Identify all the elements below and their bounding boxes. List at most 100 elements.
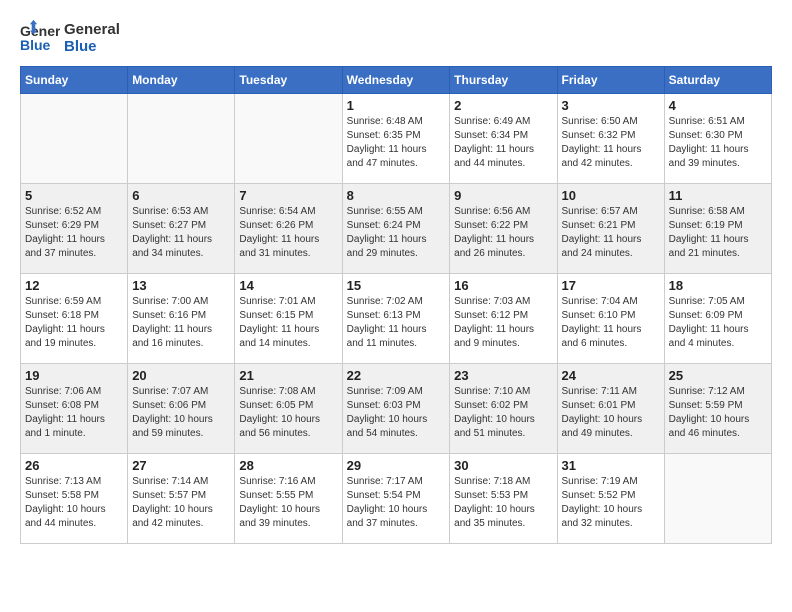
day-number: 26: [25, 458, 123, 473]
calendar-cell: 4 Sunrise: 6:51 AM Sunset: 6:30 PM Daylig…: [664, 94, 771, 184]
calendar-cell: 22 Sunrise: 7:09 AM Sunset: 6:03 PM Dayli…: [342, 364, 450, 454]
calendar-cell: 25 Sunrise: 7:12 AM Sunset: 5:59 PM Dayli…: [664, 364, 771, 454]
day-info: Sunrise: 7:09 AM Sunset: 6:03 PM Dayligh…: [347, 385, 446, 441]
day-info: Sunrise: 6:52 AM Sunset: 6:29 PM Dayligh…: [25, 205, 123, 261]
day-info: Sunrise: 7:07 AM Sunset: 6:06 PM Dayligh…: [132, 385, 230, 441]
day-number: 7: [239, 188, 337, 203]
calendar-cell: 31 Sunrise: 7:19 AM Sunset: 5:52 PM Dayli…: [557, 454, 664, 544]
calendar-cell: 29Sunrise: 7:17 AM Sunset: 5:54 PM Dayli…: [342, 454, 450, 544]
day-info: Sunrise: 7:08 AM Sunset: 6:05 PM Dayligh…: [239, 385, 337, 441]
day-number: 5: [25, 188, 123, 203]
calendar-cell: 30Sunrise: 7:18 AM Sunset: 5:53 PM Dayli…: [450, 454, 557, 544]
day-info: Sunrise: 7:19 AM Sunset: 5:52 PM Dayligh…: [562, 475, 660, 531]
calendar-cell: 13 Sunrise: 7:00 AM Sunset: 6:16 PM Dayli…: [128, 274, 235, 364]
calendar-cell: [128, 94, 235, 184]
day-info: Sunrise: 7:02 AM Sunset: 6:13 PM Dayligh…: [347, 295, 446, 351]
calendar-cell: 2 Sunrise: 6:49 AM Sunset: 6:34 PM Daylig…: [450, 94, 557, 184]
logo: General Blue General Blue: [20, 20, 120, 56]
day-info: Sunrise: 6:55 AM Sunset: 6:24 PM Dayligh…: [347, 205, 446, 261]
calendar-week-row: 1 Sunrise: 6:48 AM Sunset: 6:35 PM Daylig…: [21, 94, 772, 184]
day-info: Sunrise: 7:06 AM Sunset: 6:08 PM Dayligh…: [25, 385, 123, 441]
day-number: 28: [239, 458, 337, 473]
calendar-cell: 19 Sunrise: 7:06 AM Sunset: 6:08 PM Dayli…: [21, 364, 128, 454]
day-info: Sunrise: 7:04 AM Sunset: 6:10 PM Dayligh…: [562, 295, 660, 351]
calendar-cell: 28 Sunrise: 7:16 AM Sunset: 5:55 PM Dayli…: [235, 454, 342, 544]
day-info: Sunrise: 7:00 AM Sunset: 6:16 PM Dayligh…: [132, 295, 230, 351]
day-info: Sunrise: 6:51 AM Sunset: 6:30 PM Dayligh…: [669, 115, 767, 171]
weekday-header-sunday: Sunday: [21, 67, 128, 94]
day-info: Sunrise: 7:16 AM Sunset: 5:55 PM Dayligh…: [239, 475, 337, 531]
day-info: Sunrise: 7:18 AM Sunset: 5:53 PM Dayligh…: [454, 475, 552, 531]
weekday-header-thursday: Thursday: [450, 67, 557, 94]
calendar-week-row: 26 Sunrise: 7:13 AM Sunset: 5:58 PM Dayli…: [21, 454, 772, 544]
calendar-week-row: 5 Sunrise: 6:52 AM Sunset: 6:29 PM Daylig…: [21, 184, 772, 274]
day-number: 12: [25, 278, 123, 293]
calendar-cell: 9Sunrise: 6:56 AM Sunset: 6:22 PM Daylig…: [450, 184, 557, 274]
logo-icon: General Blue: [20, 20, 60, 56]
day-number: 13: [132, 278, 230, 293]
day-number: 24: [562, 368, 660, 383]
page-header: General Blue General Blue: [20, 20, 772, 56]
calendar-cell: 1 Sunrise: 6:48 AM Sunset: 6:35 PM Daylig…: [342, 94, 450, 184]
calendar-cell: 14Sunrise: 7:01 AM Sunset: 6:15 PM Dayli…: [235, 274, 342, 364]
day-info: Sunrise: 6:57 AM Sunset: 6:21 PM Dayligh…: [562, 205, 660, 261]
calendar-cell: 11 Sunrise: 6:58 AM Sunset: 6:19 PM Dayli…: [664, 184, 771, 274]
calendar-cell: 3 Sunrise: 6:50 AM Sunset: 6:32 PM Daylig…: [557, 94, 664, 184]
calendar-week-row: 19 Sunrise: 7:06 AM Sunset: 6:08 PM Dayli…: [21, 364, 772, 454]
day-number: 22: [347, 368, 446, 383]
calendar-header-row: SundayMondayTuesdayWednesdayThursdayFrid…: [21, 67, 772, 94]
day-info: Sunrise: 6:54 AM Sunset: 6:26 PM Dayligh…: [239, 205, 337, 261]
day-number: 8: [347, 188, 446, 203]
calendar-cell: 17Sunrise: 7:04 AM Sunset: 6:10 PM Dayli…: [557, 274, 664, 364]
day-number: 25: [669, 368, 767, 383]
logo-blue: Blue: [64, 38, 120, 55]
day-info: Sunrise: 6:58 AM Sunset: 6:19 PM Dayligh…: [669, 205, 767, 261]
calendar-cell: 6Sunrise: 6:53 AM Sunset: 6:27 PM Daylig…: [128, 184, 235, 274]
day-number: 11: [669, 188, 767, 203]
calendar-cell: 5 Sunrise: 6:52 AM Sunset: 6:29 PM Daylig…: [21, 184, 128, 274]
calendar-week-row: 12Sunrise: 6:59 AM Sunset: 6:18 PM Dayli…: [21, 274, 772, 364]
logo-general: General: [64, 21, 120, 38]
day-info: Sunrise: 6:50 AM Sunset: 6:32 PM Dayligh…: [562, 115, 660, 171]
calendar-cell: 20Sunrise: 7:07 AM Sunset: 6:06 PM Dayli…: [128, 364, 235, 454]
weekday-header-wednesday: Wednesday: [342, 67, 450, 94]
day-number: 3: [562, 98, 660, 113]
calendar-cell: 26 Sunrise: 7:13 AM Sunset: 5:58 PM Dayli…: [21, 454, 128, 544]
day-info: Sunrise: 6:49 AM Sunset: 6:34 PM Dayligh…: [454, 115, 552, 171]
calendar-cell: 27Sunrise: 7:14 AM Sunset: 5:57 PM Dayli…: [128, 454, 235, 544]
day-number: 4: [669, 98, 767, 113]
day-number: 16: [454, 278, 552, 293]
svg-text:Blue: Blue: [20, 37, 51, 53]
day-number: 2: [454, 98, 552, 113]
calendar-table: SundayMondayTuesdayWednesdayThursdayFrid…: [20, 66, 772, 544]
calendar-cell: [664, 454, 771, 544]
calendar-cell: 12Sunrise: 6:59 AM Sunset: 6:18 PM Dayli…: [21, 274, 128, 364]
day-info: Sunrise: 7:01 AM Sunset: 6:15 PM Dayligh…: [239, 295, 337, 351]
weekday-header-saturday: Saturday: [664, 67, 771, 94]
day-number: 18: [669, 278, 767, 293]
day-number: 27: [132, 458, 230, 473]
day-info: Sunrise: 7:12 AM Sunset: 5:59 PM Dayligh…: [669, 385, 767, 441]
calendar-cell: [21, 94, 128, 184]
day-info: Sunrise: 7:05 AM Sunset: 6:09 PM Dayligh…: [669, 295, 767, 351]
calendar-cell: 24 Sunrise: 7:11 AM Sunset: 6:01 PM Dayli…: [557, 364, 664, 454]
calendar-cell: 23Sunrise: 7:10 AM Sunset: 6:02 PM Dayli…: [450, 364, 557, 454]
day-number: 31: [562, 458, 660, 473]
calendar-cell: 7 Sunrise: 6:54 AM Sunset: 6:26 PM Daylig…: [235, 184, 342, 274]
day-number: 15: [347, 278, 446, 293]
calendar-cell: 8 Sunrise: 6:55 AM Sunset: 6:24 PM Daylig…: [342, 184, 450, 274]
calendar-cell: [235, 94, 342, 184]
day-info: Sunrise: 6:48 AM Sunset: 6:35 PM Dayligh…: [347, 115, 446, 171]
calendar-cell: 15 Sunrise: 7:02 AM Sunset: 6:13 PM Dayli…: [342, 274, 450, 364]
calendar-cell: 21 Sunrise: 7:08 AM Sunset: 6:05 PM Dayli…: [235, 364, 342, 454]
calendar-cell: 16Sunrise: 7:03 AM Sunset: 6:12 PM Dayli…: [450, 274, 557, 364]
day-info: Sunrise: 7:13 AM Sunset: 5:58 PM Dayligh…: [25, 475, 123, 531]
day-info: Sunrise: 6:56 AM Sunset: 6:22 PM Dayligh…: [454, 205, 552, 261]
weekday-header-friday: Friday: [557, 67, 664, 94]
day-number: 1: [347, 98, 446, 113]
weekday-header-monday: Monday: [128, 67, 235, 94]
day-number: 19: [25, 368, 123, 383]
day-number: 21: [239, 368, 337, 383]
day-number: 6: [132, 188, 230, 203]
day-info: Sunrise: 7:11 AM Sunset: 6:01 PM Dayligh…: [562, 385, 660, 441]
